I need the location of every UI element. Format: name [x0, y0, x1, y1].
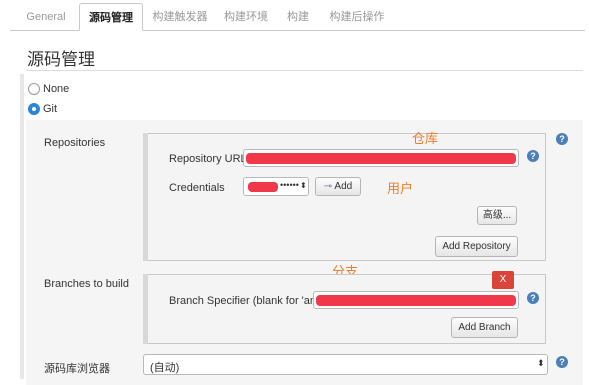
repository-url-input[interactable] — [243, 149, 519, 167]
annotation-user: 用户 — [387, 181, 414, 196]
branches-label: Branches to build — [44, 278, 129, 290]
redacted-credential — [248, 182, 278, 192]
repository-browser-help-icon[interactable]: ? — [556, 356, 568, 368]
tab-bar: General 源码管理 构建触发器 构建环境 构建 构建后操作 — [10, 0, 585, 31]
scm-none-label: None — [43, 83, 70, 95]
tab-build-triggers[interactable]: 构建触发器 — [147, 6, 213, 30]
tab-source-code-management[interactable]: 源码管理 — [79, 3, 143, 31]
redacted-url — [246, 153, 516, 164]
tab-post-build-actions[interactable]: 构建后操作 — [321, 6, 393, 30]
repository-browser-select[interactable]: (自动) ⬍ — [143, 354, 548, 375]
scm-git-radio[interactable] — [28, 103, 40, 115]
repository-browser-value: (自动) — [150, 362, 180, 374]
add-repository-button[interactable]: Add Repository — [435, 236, 518, 257]
repositories-help-icon[interactable]: ? — [556, 133, 568, 145]
delete-branch-button[interactable]: X — [492, 271, 514, 289]
key-icon: ⊸ — [323, 181, 333, 192]
annotation-repo: 仓库 — [412, 131, 439, 146]
select-arrows-icon: ⬍ — [537, 358, 545, 368]
credentials-value: •••••• — [280, 180, 299, 190]
select-arrows-icon: ⬍ — [300, 181, 307, 190]
branch-specifier-input[interactable] — [313, 291, 519, 309]
add-branch-button[interactable]: Add Branch — [451, 317, 518, 338]
add-credentials-label: Add — [334, 181, 353, 192]
redacted-branch — [316, 295, 516, 306]
branch-specifier-help-icon[interactable]: ? — [527, 292, 539, 304]
add-credentials-button[interactable]: ⊸ Add — [315, 177, 361, 196]
section-indent-bar — [20, 74, 24, 379]
tab-build[interactable]: 构建 — [279, 6, 317, 30]
credentials-label: Credentials — [169, 182, 225, 194]
section-title: 源码管理 — [27, 50, 95, 69]
repository-url-label: Repository URL — [169, 153, 247, 165]
branch-panel-handle[interactable] — [143, 274, 148, 344]
repository-url-help-icon[interactable]: ? — [527, 150, 539, 162]
branch-specifier-label: Branch Specifier (blank for 'any') — [169, 295, 328, 307]
tab-general[interactable]: General — [17, 6, 75, 30]
scm-git-label: Git — [43, 103, 58, 115]
advanced-button[interactable]: 高级... — [477, 206, 517, 225]
tab-build-environment[interactable]: 构建环境 — [217, 6, 275, 30]
repository-panel-handle[interactable] — [143, 133, 148, 261]
repositories-label: Repositories — [44, 137, 106, 149]
repository-browser-label: 源码库浏览器 — [44, 363, 110, 375]
credentials-select[interactable]: •••••• ⬍ — [243, 177, 309, 196]
divider — [27, 70, 583, 71]
scm-none-radio[interactable] — [28, 83, 40, 95]
